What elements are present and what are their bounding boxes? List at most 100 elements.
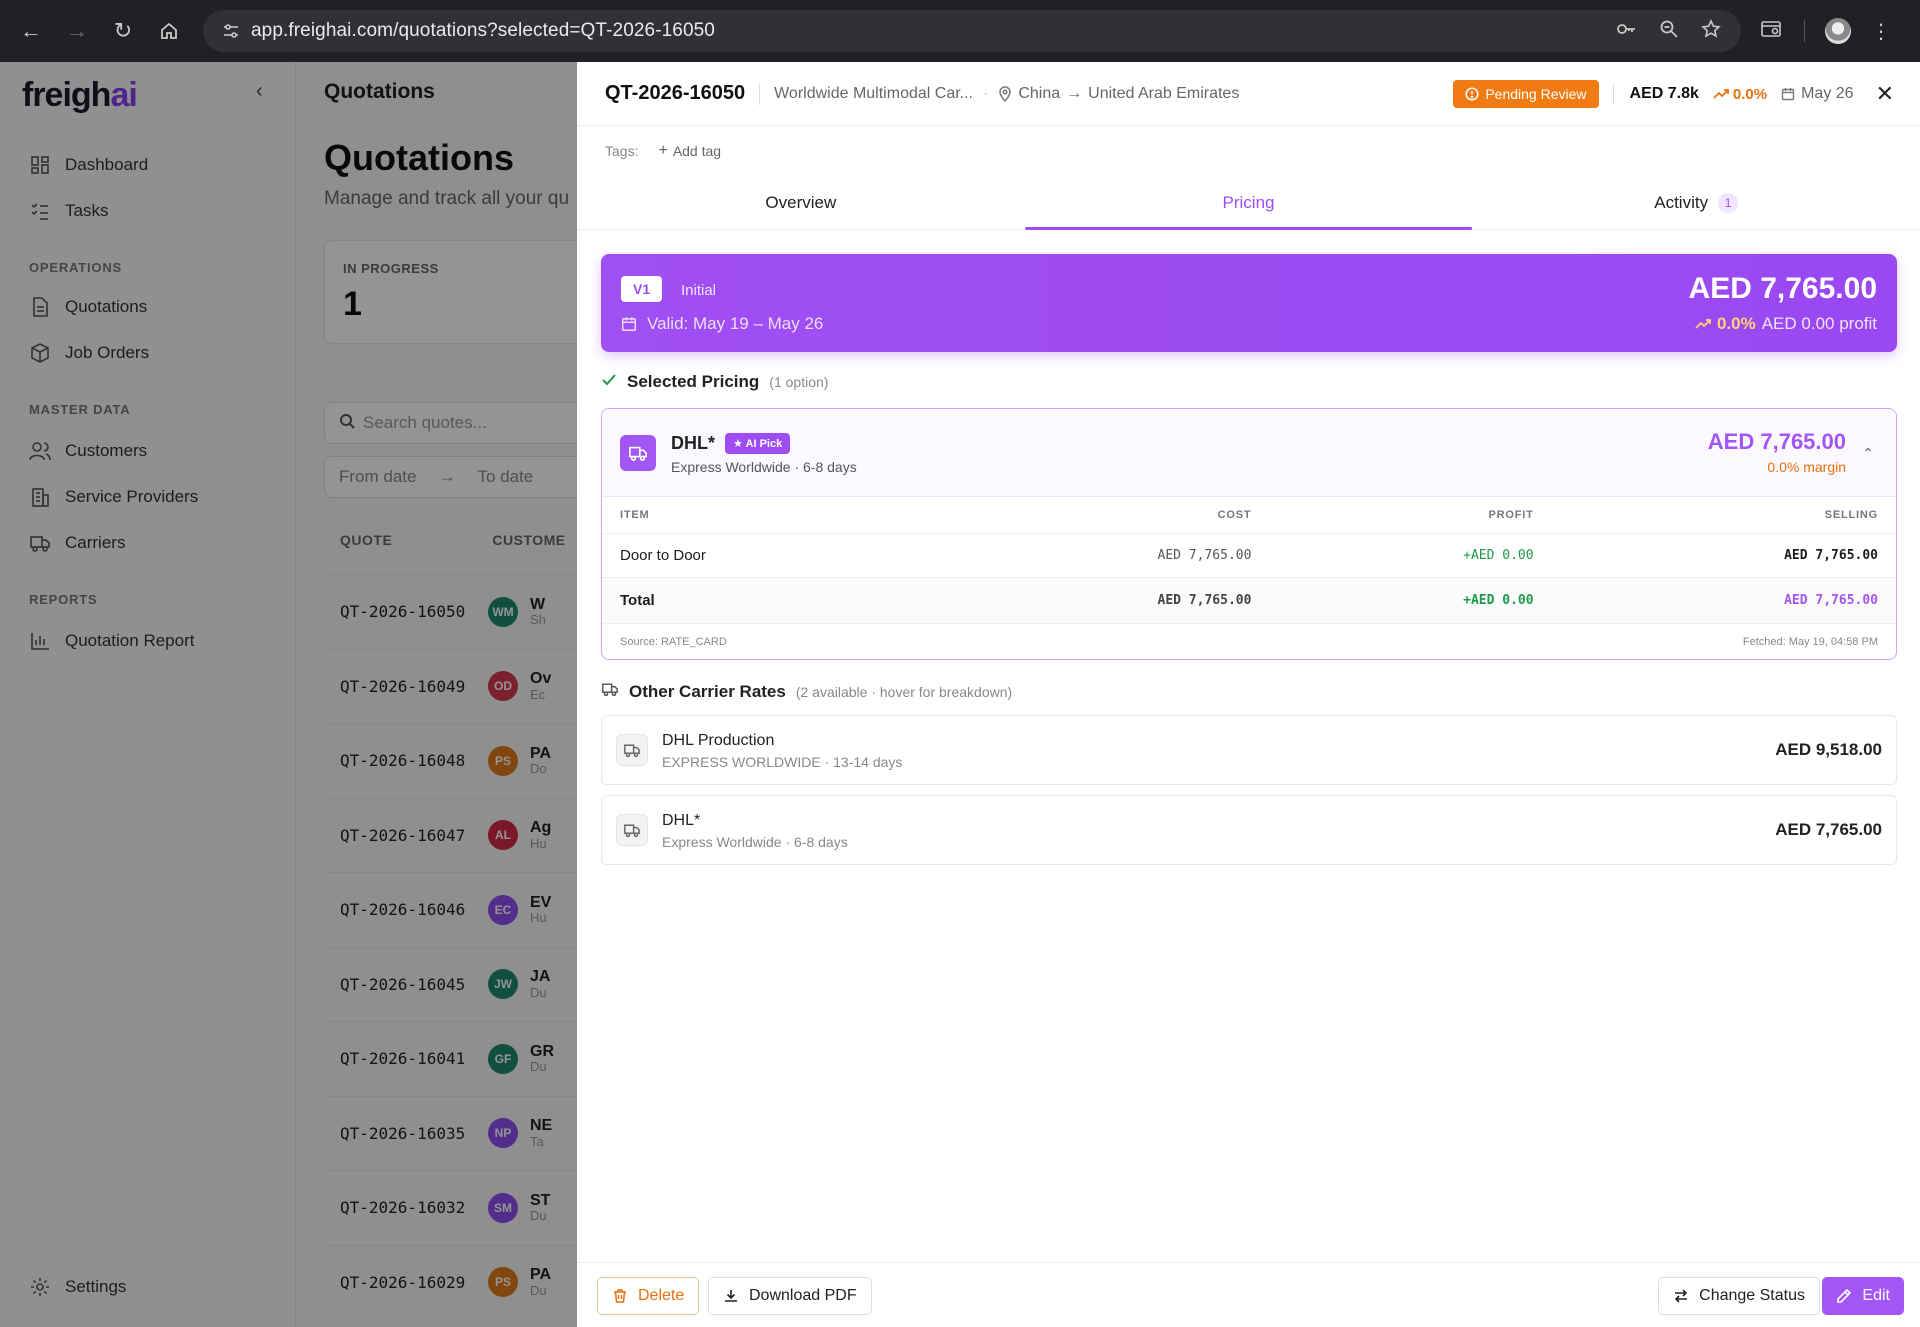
tags-row: Tags: + Add tag xyxy=(605,142,721,160)
margin-indicator: 0.0% xyxy=(1713,86,1767,103)
customer-name[interactable]: Worldwide Multimodal Car... xyxy=(774,85,973,103)
zoom-icon[interactable] xyxy=(1659,19,1679,44)
rate-carrier-name: DHL* xyxy=(662,812,701,829)
route: China → United Arab Emirates xyxy=(998,85,1239,103)
toolbar-divider xyxy=(1804,20,1805,42)
truck-icon xyxy=(601,681,619,702)
tab-search-icon[interactable] xyxy=(1760,19,1784,44)
rate-service: EXPRESS WORLDWIDE · 13-14 days xyxy=(662,754,903,770)
calendar-icon xyxy=(621,317,637,332)
origin: China xyxy=(1018,84,1061,102)
browser-chrome: ← → ↻ app.freighai.com/quotations?select… xyxy=(0,0,1920,62)
rate-price: AED 7,765.00 xyxy=(1775,820,1882,839)
trending-up-icon xyxy=(1695,319,1711,329)
pencil-icon xyxy=(1837,1288,1852,1303)
activity-count-badge: 1 xyxy=(1718,192,1739,213)
swap-icon xyxy=(1675,1289,1688,1303)
selected-carrier-name: DHL* ★ AI Pick xyxy=(671,433,791,454)
drawer-header: QT-2026-16050 Worldwide Multimodal Car..… xyxy=(577,62,1920,126)
table-row: Door to Door AED 7,765.00 +AED 0.00 AED … xyxy=(602,533,1896,578)
total-selling: AED 7,765.00 xyxy=(1551,576,1896,624)
header-divider xyxy=(759,82,761,105)
total-profit: +AED 0.00 xyxy=(1269,576,1552,624)
bookmark-star-icon[interactable] xyxy=(1701,18,1721,44)
selected-price: AED 7,765.00 xyxy=(1707,429,1846,454)
forward-icon[interactable]: → xyxy=(54,0,100,62)
dot-separator: · xyxy=(983,84,989,102)
drawer-footer: Delete Download PDF Change Status Edit xyxy=(577,1262,1920,1327)
chevron-up-icon[interactable]: ⌃ xyxy=(1862,445,1874,462)
fetched-time: Fetched: May 19, 04:58 PM xyxy=(1742,635,1878,648)
close-icon[interactable]: ✕ xyxy=(1876,81,1894,107)
truck-icon xyxy=(616,814,648,846)
rate-carrier-name: DHL Production xyxy=(662,732,775,749)
destination: United Arab Emirates xyxy=(1088,84,1240,102)
add-tag-button[interactable]: + Add tag xyxy=(658,142,721,160)
rate-source: Source: RATE_CARD xyxy=(620,635,727,648)
tab-activity[interactable]: Activity 1 xyxy=(1472,176,1920,229)
version-name: Initial xyxy=(681,282,717,299)
version-badge[interactable]: V1 xyxy=(621,276,663,302)
source-footer: Source: RATE_CARD Fetched: May 19, 04:58… xyxy=(602,624,1896,660)
change-status-button[interactable]: Change Status xyxy=(1658,1277,1820,1315)
version-profit: 0.0% AED 0.00 profit xyxy=(1695,314,1877,334)
other-rates-header: Other Carrier Rates (2 available · hover… xyxy=(601,681,1012,702)
drawer-tabs: Overview Pricing Activity 1 xyxy=(577,176,1920,230)
kebab-menu-icon[interactable]: ⋮ xyxy=(1871,19,1891,44)
edit-button[interactable]: Edit xyxy=(1822,1277,1904,1315)
quote-id: QT-2026-16050 xyxy=(605,82,746,104)
line-selling: AED 7,765.00 xyxy=(1551,533,1896,578)
rate-price: AED 9,518.00 xyxy=(1775,740,1882,759)
tags-label: Tags: xyxy=(605,143,639,159)
valid-until-date: May 26 xyxy=(1781,85,1854,103)
address-bar[interactable]: app.freighai.com/quotations?selected=QT-… xyxy=(203,10,1741,52)
check-icon xyxy=(601,372,617,392)
home-icon[interactable] xyxy=(146,0,192,62)
carrier-rate-card[interactable]: DHL Production EXPRESS WORLDWIDE · 13-14… xyxy=(601,715,1897,785)
amount-short: AED 7.8k xyxy=(1629,85,1699,102)
other-rates-note: (2 available · hover for breakdown) xyxy=(795,683,1013,700)
carrier-rate-card[interactable]: DHL* Express Worldwide · 6-8 days AED 7,… xyxy=(601,795,1897,865)
version-banner: V1 Initial Valid: May 19 – May 26 AED 7,… xyxy=(601,254,1897,352)
table-total-row: Total AED 7,765.00 +AED 0.00 AED 7,765.0… xyxy=(602,576,1896,624)
col-selling: SELLING xyxy=(1551,497,1896,534)
tab-overview[interactable]: Overview xyxy=(577,176,1025,229)
pricing-table-header: ITEM COST PROFIT SELLING xyxy=(602,497,1896,534)
trending-up-icon xyxy=(1713,89,1729,99)
selected-carrier-card: DHL* ★ AI Pick Express Worldwide · 6-8 d… xyxy=(601,408,1897,660)
plus-icon: + xyxy=(658,142,668,159)
col-profit: PROFIT xyxy=(1269,497,1552,534)
star-icon: ★ xyxy=(733,438,743,450)
col-item: ITEM xyxy=(602,497,926,534)
location-pin-icon xyxy=(999,85,1012,102)
selected-carrier-summary[interactable]: DHL* ★ AI Pick Express Worldwide · 6-8 d… xyxy=(602,409,1896,497)
total-label: Total xyxy=(602,576,926,624)
reload-icon[interactable]: ↻ xyxy=(100,0,146,62)
back-icon[interactable]: ← xyxy=(8,0,54,62)
status-badge[interactable]: Pending Review xyxy=(1453,80,1599,108)
validity-range: Valid: May 19 – May 26 xyxy=(621,314,823,334)
modal-backdrop[interactable] xyxy=(0,62,577,1327)
truck-icon xyxy=(616,734,648,766)
rate-service: Express Worldwide · 6-8 days xyxy=(662,834,848,850)
delete-button[interactable]: Delete xyxy=(597,1277,700,1315)
selected-price-block: AED 7,765.00 0.0% margin xyxy=(1708,429,1846,475)
line-item: Door to Door xyxy=(602,533,926,578)
total-cost: AED 7,765.00 xyxy=(925,576,1270,624)
alert-circle-icon xyxy=(1465,87,1479,101)
line-profit: +AED 0.00 xyxy=(1269,533,1552,578)
pricing-table: ITEM COST PROFIT SELLING Door to Door AE… xyxy=(602,497,1896,624)
quotation-drawer: QT-2026-16050 Worldwide Multimodal Car..… xyxy=(577,62,1920,1327)
profile-avatar[interactable] xyxy=(1825,18,1851,44)
tab-pricing[interactable]: Pricing xyxy=(1024,176,1473,230)
download-pdf-button[interactable]: Download PDF xyxy=(708,1277,872,1315)
version-total: AED 7,765.00 xyxy=(1688,272,1877,305)
url-text: app.freighai.com/quotations?selected=QT-… xyxy=(251,20,715,41)
calendar-icon xyxy=(1781,88,1795,101)
site-settings-icon[interactable] xyxy=(211,21,251,41)
ai-pick-badge: ★ AI Pick xyxy=(725,433,791,454)
password-key-icon[interactable] xyxy=(1615,18,1637,45)
truck-icon xyxy=(620,435,656,471)
selected-service: Express Worldwide · 6-8 days xyxy=(671,459,857,475)
selected-count: (1 option) xyxy=(769,374,829,390)
